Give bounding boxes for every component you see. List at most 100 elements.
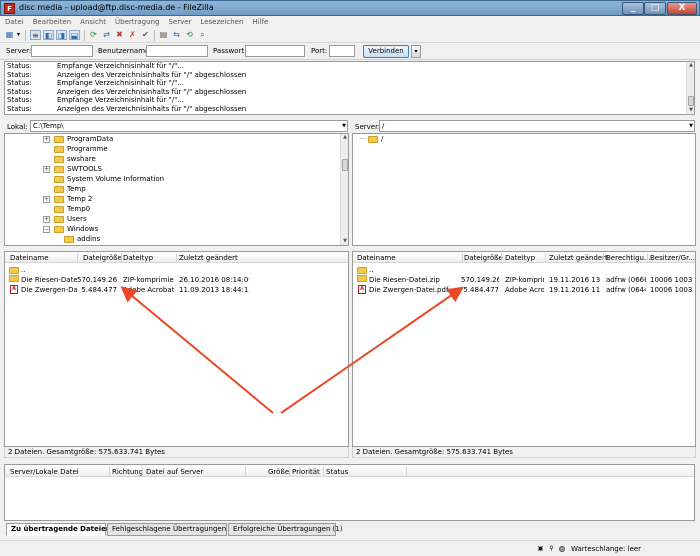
column-header-modified[interactable]: Zuletzt geändert	[179, 254, 238, 262]
toggle-local-tree-icon[interactable]: ◧	[43, 30, 54, 40]
column-header-filename[interactable]: Dateiname	[357, 254, 396, 262]
directory-listing-filter-icon[interactable]: ▤	[158, 30, 169, 40]
column-header-size[interactable]: Dateigröße	[464, 254, 503, 262]
expand-icon[interactable]: −	[43, 226, 50, 233]
file-name: Die Zwergen-Datei.pdf	[21, 286, 77, 294]
scroll-up-icon[interactable]: ▲	[341, 134, 348, 141]
chevron-down-icon[interactable]: ▼	[342, 122, 346, 131]
column-header-direction[interactable]: Richtung	[112, 468, 143, 476]
password-input[interactable]	[245, 45, 305, 57]
cancel-icon[interactable]: ✖	[114, 30, 125, 40]
sync-browse-icon[interactable]: ⟲	[184, 30, 195, 40]
log-scroll-thumb[interactable]	[688, 96, 694, 106]
chevron-down-icon[interactable]: ▼	[689, 122, 693, 131]
table-row[interactable]: ..	[5, 265, 348, 275]
column-divider[interactable]	[77, 253, 78, 262]
maximize-button[interactable]: □	[644, 2, 666, 15]
table-row[interactable]: Die Riesen-Datei.zip 570.149.264 ZIP-kom…	[353, 275, 695, 285]
column-divider[interactable]	[323, 467, 324, 476]
column-header-permissions[interactable]: Berechtigu...	[606, 254, 651, 262]
column-header-owner[interactable]: Besitzer/Gr...	[650, 254, 695, 262]
message-log[interactable]: Status: Empfange Verzeichnisinhalt für "/…	[4, 61, 695, 115]
menu-bearbeiten[interactable]: Bearbeiten	[28, 16, 75, 26]
file-modified: 26.10.2016 08:14:09	[179, 276, 249, 284]
log-scrollbar[interactable]: ▲ ▼	[686, 62, 694, 114]
toggle-remote-tree-icon[interactable]: ◨	[56, 30, 67, 40]
port-input[interactable]	[329, 45, 355, 57]
tab-queued-files[interactable]: Zu übertragende Dateien	[6, 523, 111, 536]
transfer-queue[interactable]: Server/Lokale Datei Richtung Datei auf S…	[4, 464, 695, 521]
connect-history-dropdown[interactable]: ▾	[411, 45, 421, 58]
toggle-log-icon[interactable]: ≡	[30, 30, 41, 40]
scroll-down-icon[interactable]: ▼	[341, 238, 348, 245]
column-divider[interactable]	[109, 467, 110, 476]
compare-icon[interactable]: ⇆	[171, 30, 182, 40]
column-divider[interactable]	[406, 467, 407, 476]
search-icon[interactable]: ⌕	[197, 30, 208, 40]
column-header-size[interactable]: Dateigröße	[83, 254, 122, 262]
column-divider[interactable]	[176, 253, 177, 262]
column-divider[interactable]	[245, 467, 246, 476]
local-tree-scroll-thumb[interactable]	[342, 159, 348, 171]
refresh-icon[interactable]: ⟳	[88, 30, 99, 40]
menu-lesezeichen[interactable]: Lesezeichen	[195, 16, 247, 26]
menu-ansicht[interactable]: Ansicht	[75, 16, 110, 26]
scroll-down-icon[interactable]: ▼	[687, 107, 694, 114]
column-divider[interactable]	[289, 467, 290, 476]
column-divider[interactable]	[142, 467, 143, 476]
expand-icon[interactable]: +	[43, 216, 50, 223]
column-header-priority[interactable]: Priorität	[292, 468, 320, 476]
toggle-queue-icon[interactable]: ⬓	[69, 30, 80, 40]
column-header-type[interactable]: Dateityp	[505, 254, 535, 262]
local-status-line: 2 Dateien. Gesamtgröße: 575.633.741 Byte…	[4, 447, 349, 458]
expand-icon[interactable]: +	[43, 136, 50, 143]
minimize-button[interactable]: _	[622, 2, 644, 15]
reconnect-icon[interactable]: ✔	[140, 30, 151, 40]
connect-button[interactable]: Verbinden	[363, 45, 409, 58]
table-row[interactable]: ..	[353, 265, 695, 275]
local-path-combo[interactable]: C:\Temp\ ▼	[30, 120, 348, 132]
pdf-file-icon: A	[10, 285, 18, 294]
column-divider[interactable]	[647, 253, 648, 262]
disconnect-icon[interactable]: ✗	[127, 30, 138, 40]
close-button[interactable]: X	[667, 2, 697, 15]
expand-icon[interactable]: +	[43, 166, 50, 173]
column-divider[interactable]	[603, 253, 604, 262]
column-divider[interactable]	[545, 253, 546, 262]
username-input[interactable]	[146, 45, 208, 57]
table-row[interactable]: Die Riesen-Datei.zip 570.149.264 ZIP-kom…	[5, 275, 348, 285]
column-divider[interactable]	[501, 253, 502, 262]
tab-failed-transfers[interactable]: Fehlgeschlagene Übertragungen (3)	[107, 523, 238, 536]
site-manager-icon[interactable]: ▦	[4, 30, 15, 40]
menu-hilfe[interactable]: Hilfe	[247, 16, 272, 26]
column-header-type[interactable]: Dateityp	[123, 254, 153, 262]
local-file-list[interactable]: Dateiname Dateigröße Dateityp Zuletzt ge…	[4, 251, 349, 447]
tab-successful-transfers[interactable]: Erfolgreiche Übertragungen (1)	[228, 523, 343, 536]
process-queue-icon[interactable]: ⇄	[101, 30, 112, 40]
server-input[interactable]	[31, 45, 93, 57]
column-header-remote-file[interactable]: Datei auf Server	[146, 468, 203, 476]
local-path-value: C:\Temp\	[33, 122, 64, 130]
remote-directory-tree[interactable]: — /	[352, 133, 696, 246]
scroll-up-icon[interactable]: ▲	[687, 62, 694, 69]
column-header-size[interactable]: Größe	[268, 468, 289, 476]
column-header-status[interactable]: Status	[326, 468, 348, 476]
table-row[interactable]: A Die Zwergen-Datei.pdf 5.484.477 Adobe …	[5, 285, 348, 295]
column-divider[interactable]	[462, 253, 463, 262]
column-divider[interactable]	[121, 253, 122, 262]
menu-uebertragung[interactable]: Übertragung	[110, 16, 163, 26]
column-header-modified[interactable]: Zuletzt geändert	[549, 254, 608, 262]
remote-path-combo[interactable]: / ▼	[379, 120, 695, 132]
local-directory-tree[interactable]: + ProgramData Programme swshare + SWTOOLS …	[4, 133, 349, 246]
local-tree-scrollbar[interactable]: ▲ ▼	[340, 134, 348, 245]
column-header-local-file[interactable]: Server/Lokale Datei	[10, 468, 79, 476]
menu-datei[interactable]: Datei	[0, 16, 28, 26]
menu-server[interactable]: Server	[163, 16, 195, 26]
remote-file-list[interactable]: Dateiname Dateigröße Dateityp Zuletzt ge…	[352, 251, 696, 447]
column-header-filename[interactable]: Dateiname	[10, 254, 49, 262]
table-row[interactable]: A Die Zwergen-Datei.pdf 5.484.477 Adobe …	[353, 285, 695, 295]
file-permissions: adfrw (0666)	[606, 276, 646, 284]
filezilla-app-icon[interactable]: F	[4, 3, 15, 14]
expand-icon[interactable]: +	[43, 196, 50, 203]
dropdown-arrow-icon[interactable]: ▾	[15, 30, 22, 40]
